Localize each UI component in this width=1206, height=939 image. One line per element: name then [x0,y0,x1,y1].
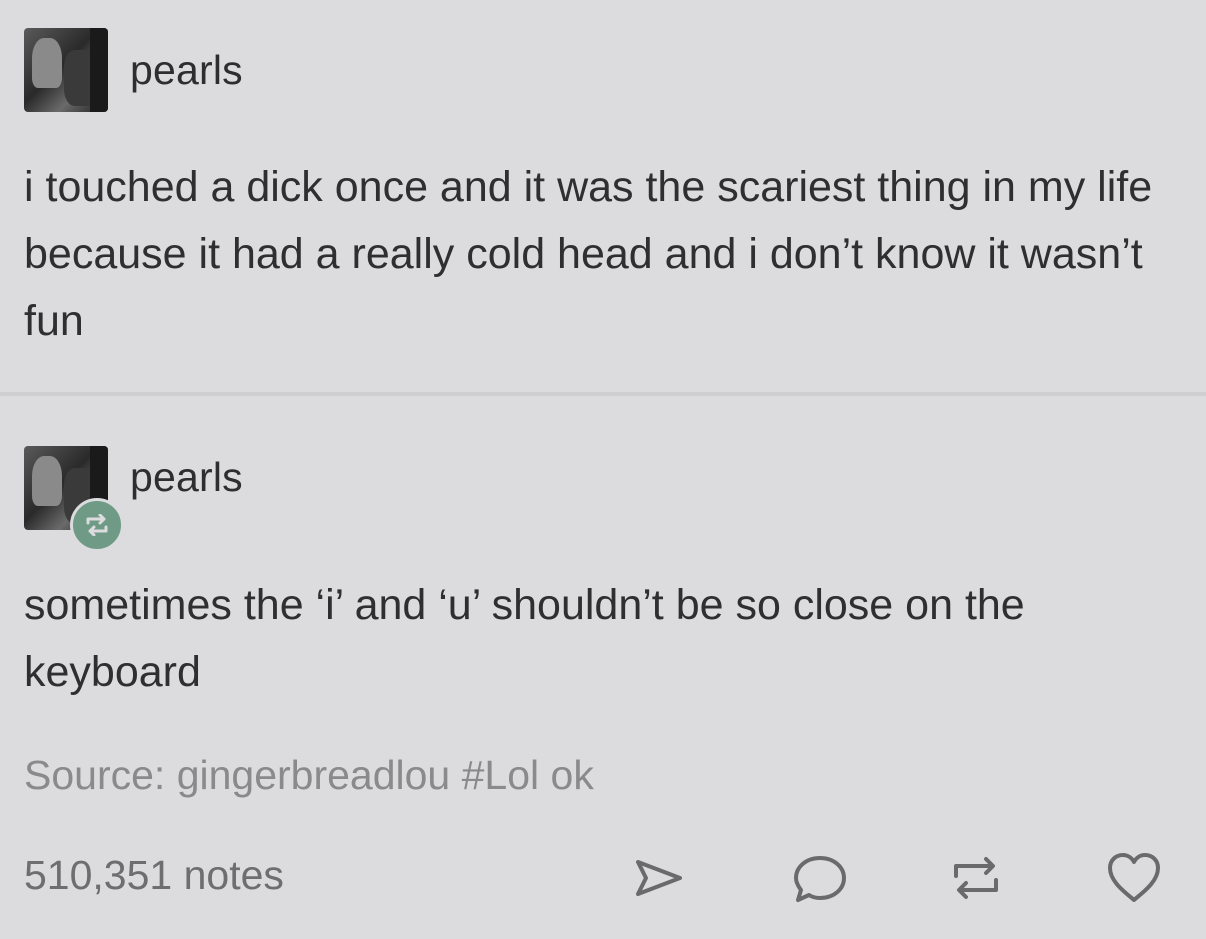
divider [0,392,1206,396]
reblog-badge-icon [70,498,124,552]
heart-icon[interactable] [1104,848,1164,908]
post-text: i touched a dick once and it was the sca… [24,163,1153,345]
post-actions [0,848,1206,908]
reblog-header: pearls [24,446,243,552]
avatar[interactable] [24,28,108,112]
username[interactable]: pearls [130,47,243,94]
post-header: pearls [24,28,243,112]
source-tags[interactable]: Source: gingerbreadlou #Lol ok [24,752,594,799]
username[interactable]: pearls [130,454,243,501]
reply-icon[interactable] [790,848,850,908]
reblog-text: sometimes the ‘i’ and ‘u’ shouldn’t be s… [24,581,1025,696]
reblog-icon[interactable] [946,848,1006,908]
share-icon[interactable] [628,848,688,908]
